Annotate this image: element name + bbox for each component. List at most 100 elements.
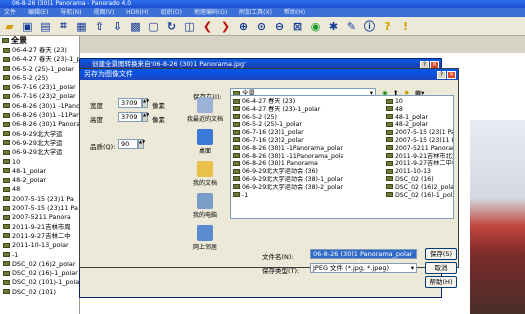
tree-item[interactable]: 2007-5-15 (23)11 Pa [0,204,79,213]
tree-item[interactable]: 06-9-29北大学运 [0,130,79,139]
folder-icon[interactable]: ▰ [2,19,17,34]
zoom-fit-icon[interactable]: ⊕ [236,19,251,34]
zoom-100-icon[interactable]: ⊙ [254,19,269,34]
tree-item[interactable]: 06-5-2 (25)-1_polar [0,65,79,74]
tree-item[interactable]: 06-9-29北大学运 [0,139,79,148]
file-item[interactable]: 06-7-16 (23)1_polar [233,129,343,137]
up-arrow-icon[interactable]: ⇧ [92,19,107,34]
file-item[interactable]: 06-9-29北大学运动会 (38)-2_polar [233,184,343,192]
tree-item[interactable]: 06-8-26 (30)1 -11Panora [0,111,79,120]
warning-icon[interactable]: ! [398,19,413,34]
tree-item[interactable]: -1 [0,251,79,260]
tree-item[interactable]: 48 [0,185,79,194]
tree-item[interactable]: 2007-5-15 (23)1 Pa [0,195,79,204]
color-icon[interactable]: ◉ [308,19,323,34]
place-network[interactable]: 网上邻居 [183,225,227,255]
menu-view[interactable]: 视图(V) [93,9,114,16]
file-item[interactable]: 2007-5-15 (23)1 Panor [386,129,453,137]
star-icon[interactable]: ✱ [326,19,341,34]
tree-item[interactable]: 2011-9-21吉林市周 [0,223,79,232]
tree-root[interactable]: 全景 [0,36,79,46]
help-icon[interactable]: ? [380,19,395,34]
width-spinner[interactable]: ▲▼ [142,98,149,108]
file-item[interactable]: 06-5-2 (25) [233,114,343,122]
rotate-icon[interactable]: ↻ [164,19,179,34]
tree-item[interactable]: 06-7-16 (23)2_polar [0,92,79,101]
crop-icon[interactable]: ⌗ [56,19,71,34]
help-icon[interactable]: ? [437,71,446,79]
tree-item[interactable]: DSC_02 (16)2_polar [0,260,79,269]
photo-icon[interactable]: ▩ [128,19,143,34]
filetype-select[interactable]: JPEG 文件 (*.jpg, *.jpeg) ▾ [310,263,417,273]
tree-item[interactable]: DSC_02 (101) [0,288,79,297]
height-input[interactable]: 3709 [118,112,142,122]
tree-item[interactable]: 48-2_polar [0,176,79,185]
menu-file[interactable]: 文件 [4,9,16,16]
place-documents[interactable]: 我的文档 [183,161,227,191]
file-item[interactable]: 06-8-26 (30)1 Panorama [233,160,343,168]
tree-item[interactable]: 06-8-26 (30)1 -1Panora [0,102,79,111]
tree-item[interactable]: 06-4-27 春天 (23) [0,46,79,55]
file-item[interactable]: 06-8-26 (30)1 -11Panorama_polar [233,153,343,161]
close-icon[interactable]: × [447,71,456,79]
file-item[interactable]: -1 [233,192,343,200]
menu-tools[interactable]: 附加工具(X) [239,9,272,16]
tree-item[interactable]: 06-8-26 (30)1 Panora [0,120,79,129]
close-icon[interactable]: ⊠ [290,19,305,34]
tree-item[interactable]: 10 [0,158,79,167]
tree-item[interactable]: DSC_02 (16)-1_polar [0,269,79,278]
fullscreen-icon[interactable]: ▢ [146,19,161,34]
file-item[interactable]: 06-8-26 (30)1 -1Panorama_polar [233,145,343,153]
split-icon[interactable]: ◫ [182,19,197,34]
file-item[interactable]: 06-9-29北大学运动会 (38)-1_polar [233,176,343,184]
file-item[interactable]: DSC_02 (16) [386,176,453,184]
tree-item[interactable]: 06-5-2 (25) [0,74,79,83]
next-icon[interactable]: ❯ [218,19,233,34]
place-computer[interactable]: 我的电脑 [183,193,227,223]
cancel-button[interactable]: 取消 [425,262,457,274]
print-icon[interactable]: ▤ [38,19,53,34]
file-item[interactable]: 48-1_polar [386,114,453,122]
place-desktop[interactable]: 桌面 [183,129,227,159]
file-item[interactable]: 2007-5211 Panorama [386,145,453,153]
menu-organize[interactable]: 组织(O) [161,9,182,16]
tree-item[interactable]: 48-1_polar [0,167,79,176]
save-button[interactable]: 保存(S) [425,248,457,260]
filename-input[interactable]: 06-8-26 (30)1 Panorama_polar [310,249,417,259]
help-button[interactable]: 帮助(H) [425,276,457,288]
zoom-icon[interactable]: ⊖ [272,19,287,34]
file-item[interactable]: 06-5-2 (25)-1_polar [233,121,343,129]
file-item[interactable]: DSC_02 (16)2_polar [386,184,453,192]
prev-icon[interactable]: ❮ [200,19,215,34]
file-item[interactable]: 48 [386,106,453,114]
file-item[interactable]: 06-9-29北大学运动会 (36) [233,168,343,176]
menu-edit[interactable]: 编辑(E) [28,9,48,16]
file-item[interactable]: DSC_02 (16)-1_polar [386,192,453,200]
tree-item[interactable]: 06-7-16 (23)1_polar [0,83,79,92]
file-item[interactable]: 06-4-27 春天 (23)-1_polar [233,106,343,114]
file-item[interactable]: 2011-10-13 [386,168,453,176]
info-icon[interactable]: ⓘ [362,19,377,34]
file-item[interactable]: 2011-9-21吉林市北大 [386,153,453,161]
tree-item[interactable]: DSC_02 (101)-1_polar [0,278,79,287]
grid-icon[interactable]: ▦ [74,19,89,34]
menu-help[interactable]: 帮助(H) [284,9,305,16]
file-item[interactable]: 10 [386,98,453,106]
tree-item[interactable]: 2011-10-13_polar [0,241,79,250]
tree-item[interactable]: 06-9-29北大学运 [0,148,79,157]
down-arrow-icon[interactable]: ⇩ [110,19,125,34]
menu-navigate[interactable]: 导航(N) [60,9,81,16]
file-item[interactable]: 06-7-16 (23)2_polar [233,137,343,145]
file-item[interactable]: 06-4-27 春天 (23) [233,98,343,106]
tools-icon[interactable]: ✎ [344,19,359,34]
place-recent[interactable]: 我最近的文档 [183,97,227,127]
tree-item[interactable]: 2011-9-27吉林二中 [0,232,79,241]
tree-item[interactable]: 06-4-27 春天 (23)-1_polar [0,55,79,64]
quality-input[interactable]: 90 [118,139,138,149]
height-spinner[interactable]: ▲▼ [142,112,149,122]
menu-hdr[interactable]: HDR(H) [126,9,149,16]
width-input[interactable]: 3709 [118,98,142,108]
quality-spinner[interactable]: ▲▼ [138,139,145,149]
menu-geocode[interactable]: 地理编码(G) [194,9,227,16]
file-item[interactable]: 2007-5-15 (23)11 Panor [386,137,453,145]
